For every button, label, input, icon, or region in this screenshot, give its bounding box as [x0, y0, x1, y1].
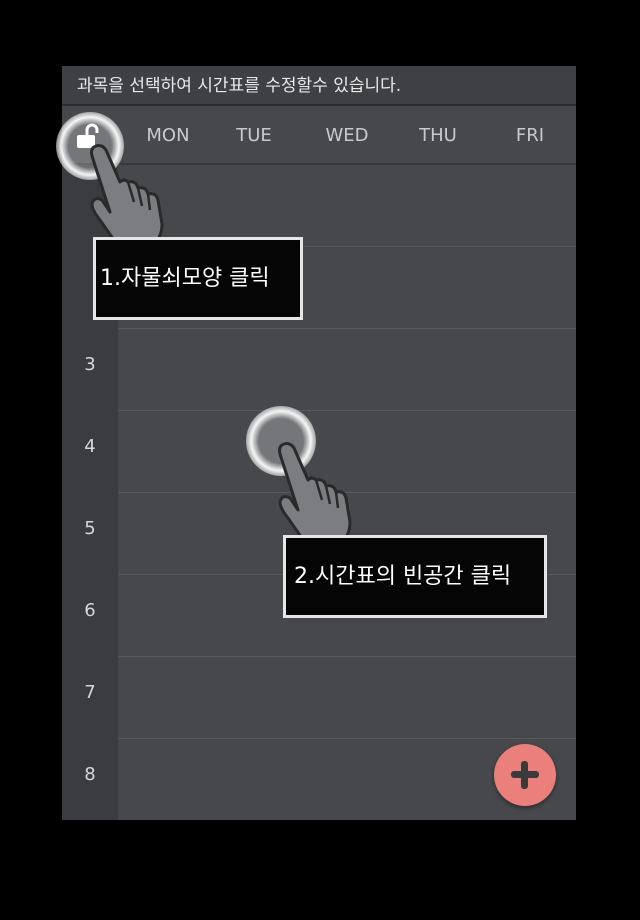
callout-step1-text: 1.자물쇠모양 클릭	[100, 266, 270, 291]
time-label: 3	[84, 354, 96, 375]
grid-line	[118, 328, 576, 329]
hint-text: 과목을 선택하여 시간표를 수정할수 있습니다.	[77, 76, 402, 96]
add-subject-button[interactable]	[494, 744, 556, 806]
day-header-tue: TUE	[236, 125, 272, 146]
grid-line	[118, 410, 576, 411]
hint-bar: 과목을 선택하여 시간표를 수정할수 있습니다.	[62, 66, 576, 106]
time-label: 8	[84, 764, 96, 785]
callout-step1: 1.자물쇠모양 클릭	[93, 237, 303, 320]
grid-line	[118, 656, 576, 657]
day-header-wed: WED	[325, 125, 369, 146]
time-label: 7	[84, 682, 96, 703]
time-label: 5	[84, 518, 96, 539]
callout-step2: 2.시간표의 빈공간 클릭	[283, 535, 547, 618]
day-header-fri: FRI	[515, 125, 545, 146]
grid-line	[118, 738, 576, 739]
day-header-thu: THU	[419, 125, 457, 146]
time-label: 4	[84, 436, 96, 457]
time-label: 6	[84, 600, 96, 621]
callout-step2-text: 2.시간표의 빈공간 클릭	[294, 564, 512, 589]
